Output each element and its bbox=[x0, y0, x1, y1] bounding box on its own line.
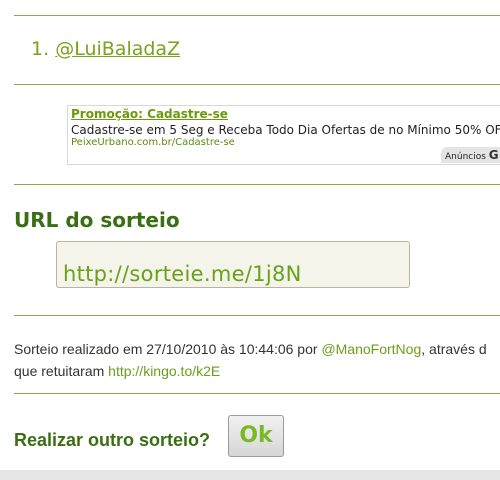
ad-description: Cadastre-se em 5 Seg e Receba Todo Dia O… bbox=[71, 123, 500, 137]
ad-url[interactable]: PeixeUrbano.com.br/Cadastre-se bbox=[71, 137, 235, 148]
raffle-url-value[interactable]: http://sorteie.me/1j8N bbox=[63, 262, 302, 286]
footer-bar bbox=[0, 470, 500, 480]
raffle-info-prefix: Sorteio realizado em 27/10/2010 às 10:44… bbox=[14, 341, 322, 357]
raffle-url-box[interactable]: http://sorteie.me/1j8N bbox=[56, 241, 410, 288]
ad-badge-label: Anúncios bbox=[445, 152, 486, 162]
raffle-info-line2-prefix: que retuitaram bbox=[14, 363, 109, 379]
ad-banner[interactable]: Promoção: Cadastre-se Cadastre-se em 5 S… bbox=[67, 105, 500, 165]
raffle-info-line1: Sorteio realizado em 27/10/2010 às 10:44… bbox=[14, 338, 487, 360]
winner-rank: 1. bbox=[31, 38, 50, 60]
raffle-info-line2: que retuitaram http://kingo.to/k2E bbox=[14, 360, 487, 382]
ok-button[interactable]: Ok bbox=[228, 415, 284, 457]
new-raffle-label: Realizar outro sorteio? bbox=[14, 430, 211, 450]
raffle-url-heading: URL do sorteio bbox=[14, 208, 180, 232]
divider bbox=[14, 15, 500, 16]
ad-badge[interactable]: Anúncios G bbox=[441, 147, 500, 163]
raffle-user-link[interactable]: @ManoFortNog bbox=[321, 341, 421, 357]
divider bbox=[14, 84, 500, 85]
raffle-info-suffix: , através d bbox=[421, 341, 487, 357]
ad-title-link[interactable]: Promoção: Cadastre-se bbox=[71, 107, 228, 121]
divider bbox=[14, 315, 500, 316]
divider bbox=[14, 184, 500, 185]
divider bbox=[14, 393, 500, 394]
winner-link[interactable]: @LuiBaladaZ bbox=[55, 38, 180, 60]
raffle-short-link[interactable]: http://kingo.to/k2E bbox=[108, 363, 220, 379]
google-logo-icon: G bbox=[488, 148, 499, 162]
raffle-info: Sorteio realizado em 27/10/2010 às 10:44… bbox=[14, 338, 487, 382]
winner-item: 1. @LuiBaladaZ bbox=[31, 38, 180, 60]
